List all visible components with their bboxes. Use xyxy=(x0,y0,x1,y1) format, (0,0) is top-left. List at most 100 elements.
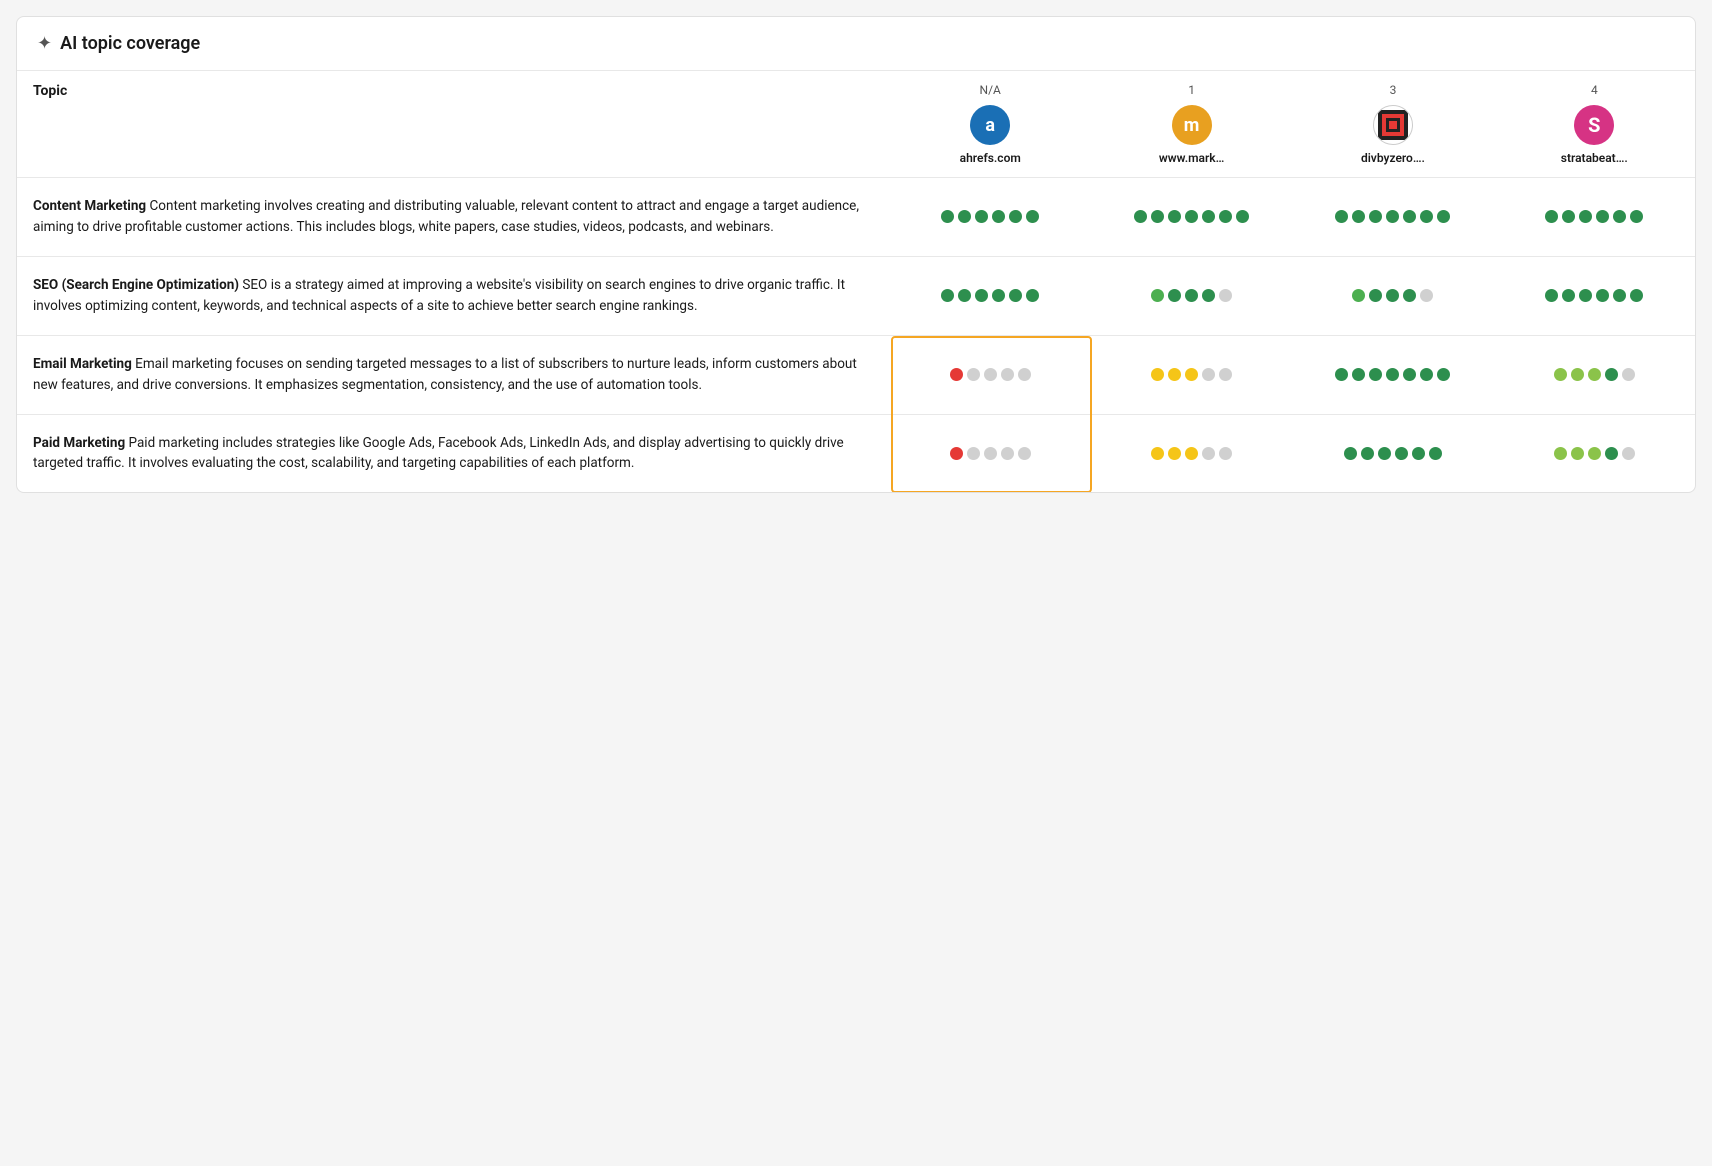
coverage-table: Topic N/A a ahrefs.com 1 m www.mark… xyxy=(17,71,1695,492)
dot xyxy=(1613,210,1626,223)
dot xyxy=(1630,210,1643,223)
site-column-divbyzero: 3 div xyxy=(1292,71,1493,178)
dots-cell-row3-site1 xyxy=(1091,414,1292,492)
dot xyxy=(1395,447,1408,460)
dot xyxy=(1009,289,1022,302)
dot xyxy=(1369,210,1382,223)
dot xyxy=(1403,210,1416,223)
dots-cell-row1-site3 xyxy=(1494,256,1695,335)
table-row: SEO (Search Engine Optimization) SEO is … xyxy=(17,256,1695,335)
dot xyxy=(1378,447,1391,460)
dots-cell-row2-site0 xyxy=(890,335,1091,414)
dot xyxy=(1185,447,1198,460)
dot xyxy=(1344,447,1357,460)
site-name-marketer: www.mark… xyxy=(1107,151,1276,165)
table-header-row: Topic N/A a ahrefs.com 1 m www.mark… xyxy=(17,71,1695,178)
dot xyxy=(941,289,954,302)
topic-title: SEO (Search Engine Optimization) xyxy=(33,277,239,293)
dot xyxy=(1335,210,1348,223)
dot xyxy=(1335,368,1348,381)
dot xyxy=(958,289,971,302)
dots-group xyxy=(906,368,1075,381)
dot xyxy=(1630,289,1643,302)
dot xyxy=(1571,447,1584,460)
site-avatar-divbyzero xyxy=(1373,105,1413,145)
site-avatar-marketer: m xyxy=(1172,105,1212,145)
dot xyxy=(1185,210,1198,223)
topic-title: Email Marketing xyxy=(33,356,132,372)
page-title: AI topic coverage xyxy=(60,33,200,54)
dot xyxy=(1168,289,1181,302)
topic-cell-1: SEO (Search Engine Optimization) SEO is … xyxy=(17,256,890,335)
dot xyxy=(1134,210,1147,223)
dots-group xyxy=(1308,289,1477,302)
dots-group xyxy=(1510,447,1679,460)
dot xyxy=(1168,368,1181,381)
dots-cell-row2-site2 xyxy=(1292,335,1493,414)
topic-cell-0: Content Marketing Content marketing invo… xyxy=(17,178,890,257)
dot xyxy=(1386,289,1399,302)
dot xyxy=(975,210,988,223)
dot xyxy=(1369,289,1382,302)
dot xyxy=(984,368,997,381)
dots-group xyxy=(1107,289,1276,302)
dot xyxy=(1554,447,1567,460)
dots-cell-row0-site2 xyxy=(1292,178,1493,257)
dot xyxy=(1361,447,1374,460)
dots-group xyxy=(1510,210,1679,223)
dot xyxy=(1562,210,1575,223)
dot xyxy=(1420,289,1433,302)
dot xyxy=(1437,368,1450,381)
dot xyxy=(950,368,963,381)
dot xyxy=(1009,210,1022,223)
site-rank-marketer: 1 xyxy=(1107,83,1276,97)
dot xyxy=(1151,289,1164,302)
dot xyxy=(1151,210,1164,223)
dot xyxy=(950,447,963,460)
dots-cell-row3-site2 xyxy=(1292,414,1493,492)
topic-description: Paid marketing includes strategies like … xyxy=(33,435,844,472)
dot xyxy=(1151,447,1164,460)
site-avatar-stratabeat: S xyxy=(1574,105,1614,145)
dots-group xyxy=(1308,210,1477,223)
dot xyxy=(1202,447,1215,460)
dot xyxy=(1219,210,1232,223)
dot xyxy=(1588,447,1601,460)
site-rank-ahrefs: N/A xyxy=(906,83,1075,97)
dot xyxy=(1386,210,1399,223)
dot xyxy=(1545,210,1558,223)
dot xyxy=(1352,368,1365,381)
dots-group xyxy=(906,210,1075,223)
topic-cell-3: Paid Marketing Paid marketing includes s… xyxy=(17,414,890,492)
dot xyxy=(1554,368,1567,381)
dot xyxy=(941,210,954,223)
table-row: Content Marketing Content marketing invo… xyxy=(17,178,1695,257)
dot xyxy=(1168,447,1181,460)
dot xyxy=(967,368,980,381)
ai-icon: ✦ xyxy=(37,33,52,54)
site-rank-stratabeat: 4 xyxy=(1510,83,1679,97)
site-column-marketer: 1 m www.mark… xyxy=(1091,71,1292,178)
site-name-divbyzero: divbyzero…. xyxy=(1308,151,1477,165)
dots-cell-row1-site1 xyxy=(1091,256,1292,335)
dots-group xyxy=(1107,447,1276,460)
dots-group xyxy=(1510,368,1679,381)
dot xyxy=(1168,210,1181,223)
dot xyxy=(1596,210,1609,223)
dot xyxy=(1018,447,1031,460)
dot xyxy=(1236,210,1249,223)
dot xyxy=(1185,289,1198,302)
dots-cell-row2-site1 xyxy=(1091,335,1292,414)
dot xyxy=(1219,368,1232,381)
dot xyxy=(1420,210,1433,223)
dots-cell-row1-site2 xyxy=(1292,256,1493,335)
dot xyxy=(1219,289,1232,302)
dots-group xyxy=(906,289,1075,302)
dot xyxy=(1613,289,1626,302)
dot xyxy=(1588,368,1601,381)
dot xyxy=(967,447,980,460)
dot xyxy=(992,289,1005,302)
dot xyxy=(1596,289,1609,302)
site-name-ahrefs: ahrefs.com xyxy=(906,151,1075,165)
dot xyxy=(1605,368,1618,381)
